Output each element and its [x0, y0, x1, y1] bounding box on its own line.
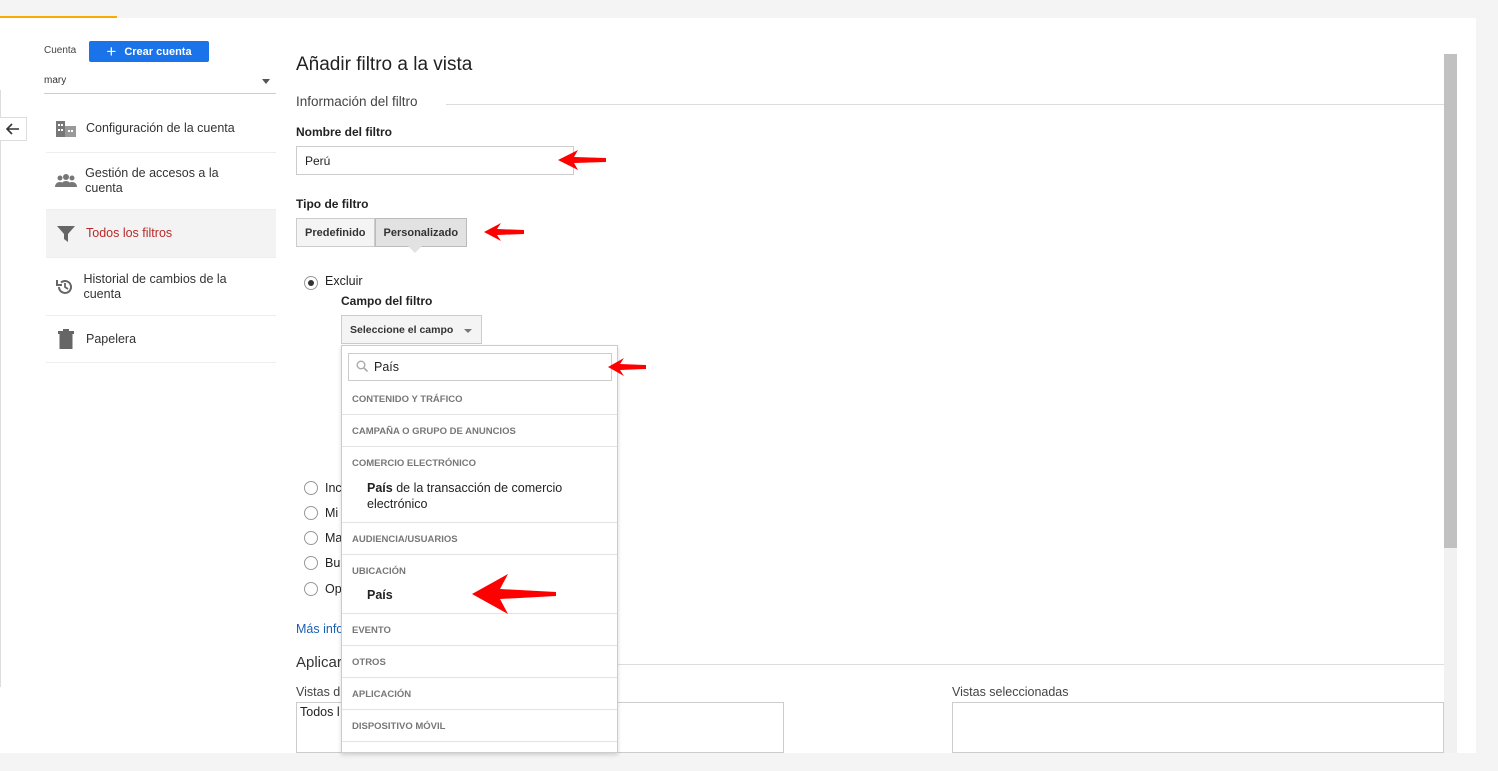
history-icon	[46, 277, 83, 297]
dropdown-group: CAMPAÑA O GRUPO DE ANUNCIOS	[342, 415, 617, 447]
filter-type-predefined-button[interactable]: Predefinido	[296, 218, 375, 247]
dropdown-group-title: OTROS	[352, 657, 386, 668]
radio-lowercase[interactable]	[304, 506, 318, 520]
create-account-label: Crear cuenta	[124, 45, 192, 58]
sidebar-item-label: Papelera	[86, 331, 137, 346]
building-icon	[46, 120, 86, 138]
radio-include-label: Inc	[325, 481, 342, 495]
trash-icon	[46, 329, 86, 349]
dropdown-group-title: CONTENIDO Y TRÁFICO	[352, 394, 463, 405]
dropdown-group: APLICACIÓN	[342, 678, 617, 710]
filter-name-input[interactable]: Perú	[296, 146, 574, 175]
dropdown-option-rest: de la transacción de comercio electrónic…	[367, 481, 563, 511]
sidebar-item-change-history[interactable]: Historial de cambios de la cuenta	[46, 258, 276, 316]
filter-field-label: Campo del filtro	[341, 294, 433, 308]
available-view-item[interactable]: Todos l	[300, 705, 340, 719]
filter-type-custom-button[interactable]: Personalizado	[374, 218, 468, 247]
section-title-filter-info: Información del filtro	[296, 94, 418, 109]
dropdown-group-title: AUDIENCIA/USUARIOS	[352, 534, 458, 545]
radio-lowercase-label: Mi	[325, 506, 339, 520]
annotation-arrow-icon	[484, 223, 524, 241]
sidebar-item-account-settings[interactable]: Configuración de la cuenta	[46, 105, 276, 153]
plus-icon: +	[106, 42, 117, 61]
filter-type-label: Tipo de filtro	[296, 197, 369, 211]
dropdown-search-value: País	[374, 360, 400, 374]
back-button[interactable]	[0, 117, 27, 141]
dropdown-group-title: CAMPAÑA O GRUPO DE ANUNCIOS	[352, 426, 516, 437]
account-select[interactable]: mary	[44, 70, 276, 94]
sidebar-item-label: Configuración de la cuenta	[86, 121, 235, 135]
sidebar-item-trash[interactable]: Papelera	[46, 316, 276, 363]
dropdown-group-title: EVENTO	[352, 625, 391, 636]
filter-field-select[interactable]: Seleccione el campo	[341, 315, 482, 344]
caret-down-icon	[262, 79, 270, 84]
dropdown-group: EVENTO	[342, 614, 617, 646]
radio-uppercase[interactable]	[304, 531, 318, 545]
caret-down-icon	[464, 329, 472, 333]
page-title: Añadir filtro a la vista	[296, 54, 473, 75]
left-rail-divider	[0, 90, 1, 687]
annotation-arrow-icon	[558, 150, 606, 170]
filter-field-select-label: Seleccione el campo	[350, 324, 454, 336]
apply-divider	[618, 664, 1444, 665]
dropdown-option-ecommerce-country[interactable]: País de la transacción de comercio elect…	[367, 480, 597, 512]
scrollbar[interactable]	[1444, 54, 1457, 753]
dropdown-group: CONTENIDO Y TRÁFICO	[342, 383, 617, 415]
filter-icon	[46, 225, 86, 242]
radio-search-replace-label: Bu	[325, 556, 341, 570]
radio-exclude[interactable]	[304, 276, 318, 290]
dropdown-group-title: DISPOSITIVO MÓVIL	[352, 721, 446, 732]
available-views-label: Vistas d	[296, 685, 341, 699]
filter-name-label: Nombre del filtro	[296, 125, 393, 139]
radio-exclude-label: Excluir	[325, 274, 363, 288]
radio-advanced[interactable]	[304, 582, 318, 596]
section-divider	[446, 104, 1444, 105]
dropdown-group-title: APLICACIÓN	[352, 689, 412, 700]
sidebar-item-label: Gestión de accesos a la cuenta	[85, 166, 219, 195]
dropdown-option-match: País	[367, 481, 393, 495]
search-icon	[356, 360, 369, 375]
dropdown-group: DISPOSITIVO MÓVIL	[342, 710, 617, 742]
filter-field-dropdown: País CONTENIDO Y TRÁFICO CAMPAÑA O GRUPO…	[341, 345, 618, 753]
dropdown-group: AUDIENCIA/USUARIOS	[342, 523, 617, 555]
sidebar-nav: Configuración de la cuenta Gestión de ac…	[46, 105, 276, 363]
dropdown-group: COMERCIO ELECTRÓNICO País de la transacc…	[342, 447, 617, 523]
sidebar-item-label: Todos los filtros	[86, 226, 173, 240]
selected-views-list[interactable]	[952, 702, 1444, 753]
dropdown-option-match: País	[367, 588, 393, 602]
dropdown-search-input[interactable]: País	[348, 353, 612, 381]
radio-advanced-label: Op	[325, 582, 342, 596]
selected-pointer	[408, 246, 422, 253]
account-label: Cuenta	[44, 45, 77, 56]
annotation-arrow-icon	[472, 574, 556, 614]
filter-type-toggle: Predefinido Personalizado	[296, 218, 468, 247]
dropdown-group-title: COMERCIO ELECTRÓNICO	[352, 458, 477, 469]
dropdown-group: OTROS	[342, 646, 617, 678]
scrollbar-thumb[interactable]	[1444, 54, 1457, 548]
selected-views-label: Vistas seleccionadas	[952, 685, 1069, 699]
radio-uppercase-label: Ma	[325, 531, 343, 545]
top-bar	[0, 0, 1498, 18]
radio-include[interactable]	[304, 481, 318, 495]
annotation-arrow-icon	[608, 358, 646, 376]
dropdown-group-title: UBICACIÓN	[352, 566, 406, 577]
apply-section-title: Aplicar	[296, 654, 342, 671]
sidebar-item-label: Historial de cambios de la cuenta	[83, 271, 227, 301]
account-value: mary	[44, 75, 67, 86]
radio-search-replace[interactable]	[304, 556, 318, 570]
create-account-button[interactable]: + Crear cuenta	[89, 41, 209, 62]
arrow-left-icon	[5, 123, 19, 135]
sidebar-item-all-filters[interactable]: Todos los filtros	[46, 210, 276, 258]
more-info-link[interactable]: Más info	[296, 622, 343, 636]
sidebar-item-access-management[interactable]: Gestión de accesos a la cuenta	[46, 153, 276, 210]
people-icon	[46, 174, 85, 188]
